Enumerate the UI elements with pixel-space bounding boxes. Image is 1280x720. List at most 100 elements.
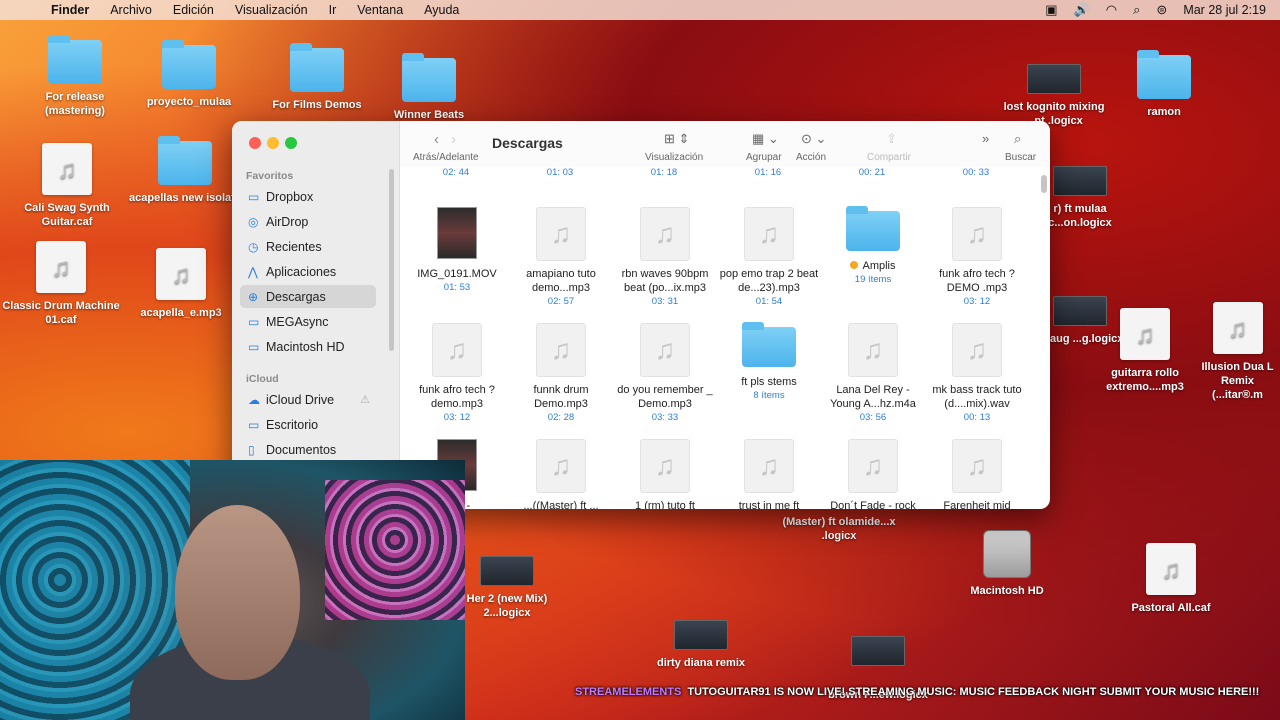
nav-label: Atrás/Adelante	[413, 152, 479, 163]
audio-file-icon: ♫	[952, 323, 1002, 377]
menu-visualizacion[interactable]: Visualización	[235, 3, 308, 17]
desktop-folder[interactable]: For release (mastering)	[15, 35, 135, 118]
disk-icon: ▭	[248, 339, 260, 354]
logic-project-icon	[851, 636, 905, 666]
file-item[interactable]: ♫ funk afro tech ? DEMO .mp3 03: 12	[925, 207, 1029, 308]
zoom-button[interactable]	[285, 137, 297, 149]
file-item[interactable]: IMG_0191.MOV 01: 53	[405, 207, 509, 294]
sidebar-item-aplicaciones[interactable]: ⋀ Aplicaciones	[240, 260, 376, 283]
audio-file-icon: ♫	[1120, 308, 1170, 360]
folder-icon	[290, 43, 344, 92]
audio-file-icon: ♫	[536, 439, 586, 493]
menu-app-finder[interactable]: Finder	[51, 3, 89, 17]
menu-ayuda[interactable]: Ayuda	[424, 3, 459, 17]
share-icon[interactable]: ⇪	[886, 131, 897, 147]
file-item[interactable]: ♫ mk bass track tuto (d....mix).wav 00: 13	[925, 323, 1029, 424]
sidebar-item-dropbox[interactable]: ▭ Dropbox	[240, 185, 376, 208]
desktop-audio-file[interactable]: ♫ Classic Drum Machine 01.caf	[1, 241, 121, 327]
close-button[interactable]	[249, 137, 261, 149]
audio-file-icon: ♫	[952, 439, 1002, 493]
more-icon[interactable]: »	[982, 131, 989, 146]
desktop-audio-file[interactable]: ♫ Illusion Dua L Remix (...itar®.m	[1195, 302, 1280, 402]
desktop-project[interactable]: Her 2 (new Mix) 2...logicx	[447, 556, 567, 620]
menu-edicion[interactable]: Edición	[173, 3, 214, 17]
file-item[interactable]: ♫ Farenheit mid	[925, 439, 1029, 509]
sidebar-item-escritorio[interactable]: ▭ Escritorio	[240, 413, 376, 436]
desktop-audio-file[interactable]: ♫ Pastoral All.caf	[1111, 543, 1231, 615]
sidebar-section-icloud: iCloud	[246, 373, 279, 385]
desktop-disk[interactable]: Macintosh HD	[947, 530, 1067, 598]
menu-archivo[interactable]: Archivo	[110, 3, 152, 17]
sidebar-item-macintosh-hd[interactable]: ▭ Macintosh HD	[240, 335, 376, 358]
clock-icon: ◷	[248, 239, 259, 254]
menubar-clock[interactable]: Mar 28 jul 2:19	[1183, 3, 1266, 17]
folder-item[interactable]: ft pls stems 8 ítems	[717, 317, 821, 402]
logic-project-icon	[1027, 64, 1081, 94]
hard-disk-icon	[983, 530, 1031, 578]
file-item[interactable]: ♫ do you remember _ Demo.mp3 03: 33	[613, 323, 717, 424]
audio-file-icon: ♫	[36, 241, 86, 293]
file-item[interactable]: ♫ trust in me ft	[717, 439, 821, 509]
file-item[interactable]: ♫ funnk drum Demo.mp3 02: 28	[509, 323, 613, 424]
file-item[interactable]: ♫ Don´t Fade - rock	[821, 439, 925, 509]
grid-scrollbar[interactable]	[1041, 175, 1047, 193]
desktop-audio-file[interactable]: ♫ guitarra rollo extremo....mp3	[1085, 308, 1205, 394]
finder-sidebar: Favoritos ▭ Dropbox ◎ AirDrop ◷ Recientes ⋀…	[232, 121, 400, 509]
desktop-folder[interactable]: For Films Demos	[257, 43, 377, 112]
desktop-project[interactable]: dirty diana remix	[641, 620, 761, 670]
search-icon[interactable]: ⌕	[1014, 131, 1021, 147]
file-duration: 01: 18	[650, 167, 678, 178]
desktop-folder[interactable]: ramon	[1104, 50, 1224, 119]
view-icon[interactable]: ⊞ ⇕	[664, 131, 689, 147]
sidebar-item-documentos[interactable]: ▯ Documentos	[240, 438, 376, 461]
wifi-icon[interactable]: ◠	[1106, 2, 1117, 18]
file-item[interactable]: ♫ ...((Master) ft ...	[509, 439, 613, 509]
file-item[interactable]: ♫ amapiano tuto demo...mp3 02: 57	[509, 207, 613, 308]
menu-ventana[interactable]: Ventana	[357, 3, 403, 17]
desktop-project[interactable]: (Master) ft olamide...x .logicx	[779, 515, 899, 543]
desktop-folder[interactable]: acapellas new isolate	[125, 136, 245, 205]
file-item[interactable]: ♫ funk afro tech ? demo.mp3 03: 12	[405, 323, 509, 424]
file-duration: 02: 44	[442, 167, 470, 178]
folder-icon	[402, 53, 456, 102]
file-item[interactable]: ♫ Lana Del Rey - Young A...hz.m4a 03: 56	[821, 323, 925, 424]
minimize-button[interactable]	[267, 137, 279, 149]
file-item[interactable]: ♫ rbn waves 90bpm beat (po...ix.mp3 03: 31	[613, 207, 717, 308]
logic-project-icon	[674, 620, 728, 650]
group-icon[interactable]: ▦ ⌄	[752, 131, 779, 147]
sidebar-item-megasync[interactable]: ▭ MEGAsync	[240, 310, 376, 333]
sidebar-item-airdrop[interactable]: ◎ AirDrop	[240, 210, 376, 233]
finder-window: Favoritos ▭ Dropbox ◎ AirDrop ◷ Recientes ⋀…	[232, 121, 1050, 509]
desktop-project[interactable]: lost kognito mixing ...pt .logicx	[994, 64, 1114, 128]
menu-ir[interactable]: Ir	[329, 3, 337, 17]
back-button[interactable]: ‹	[434, 131, 439, 148]
folder-icon	[48, 35, 102, 84]
folder-item[interactable]: Amplis 19 ítems	[821, 201, 925, 286]
file-item[interactable]: ♫ pop emo trap 2 beat de...23).mp3 01: 54	[717, 207, 821, 308]
sidebar-section-favorites: Favoritos	[246, 170, 294, 182]
control-center-icon[interactable]: ⊜	[1156, 2, 1167, 18]
file-item[interactable]: ♫ 1 (rm) tuto ft	[613, 439, 717, 509]
status-app-icon[interactable]: ▣	[1045, 2, 1057, 18]
audio-file-icon: ♫	[432, 323, 482, 377]
window-title: Descargas	[492, 135, 563, 151]
file-duration: 00: 33	[962, 167, 990, 178]
forward-button[interactable]: ›	[451, 131, 456, 148]
audio-file-icon: ♫	[952, 207, 1002, 261]
sidebar-item-icloud-drive[interactable]: ☁ iCloud Drive ⚠	[240, 388, 376, 411]
share-label: Compartir	[867, 152, 911, 163]
desktop-audio-file[interactable]: ♫ acapella_e.mp3	[121, 248, 241, 320]
sidebar-item-descargas[interactable]: ⊕ Descargas	[240, 285, 376, 308]
audio-file-icon: ♫	[156, 248, 206, 300]
sidebar-item-recientes[interactable]: ◷ Recientes	[240, 235, 376, 258]
desktop-folder[interactable]: proyecto_mulaa	[129, 40, 249, 109]
action-icon[interactable]: ⊙ ⌄	[801, 131, 826, 147]
desktop-folder[interactable]: Winner Beats	[369, 53, 489, 122]
audio-file-icon: ♫	[640, 323, 690, 377]
spotlight-search-icon[interactable]: ⌕	[1133, 2, 1140, 18]
folder-icon: ▭	[248, 189, 260, 204]
volume-icon[interactable]: 🔊	[1074, 2, 1090, 18]
desktop-audio-file[interactable]: ♫ Cali Swag Synth Guitar.caf	[7, 143, 127, 229]
sidebar-scrollbar[interactable]	[389, 169, 394, 351]
applications-icon: ⋀	[248, 264, 258, 279]
